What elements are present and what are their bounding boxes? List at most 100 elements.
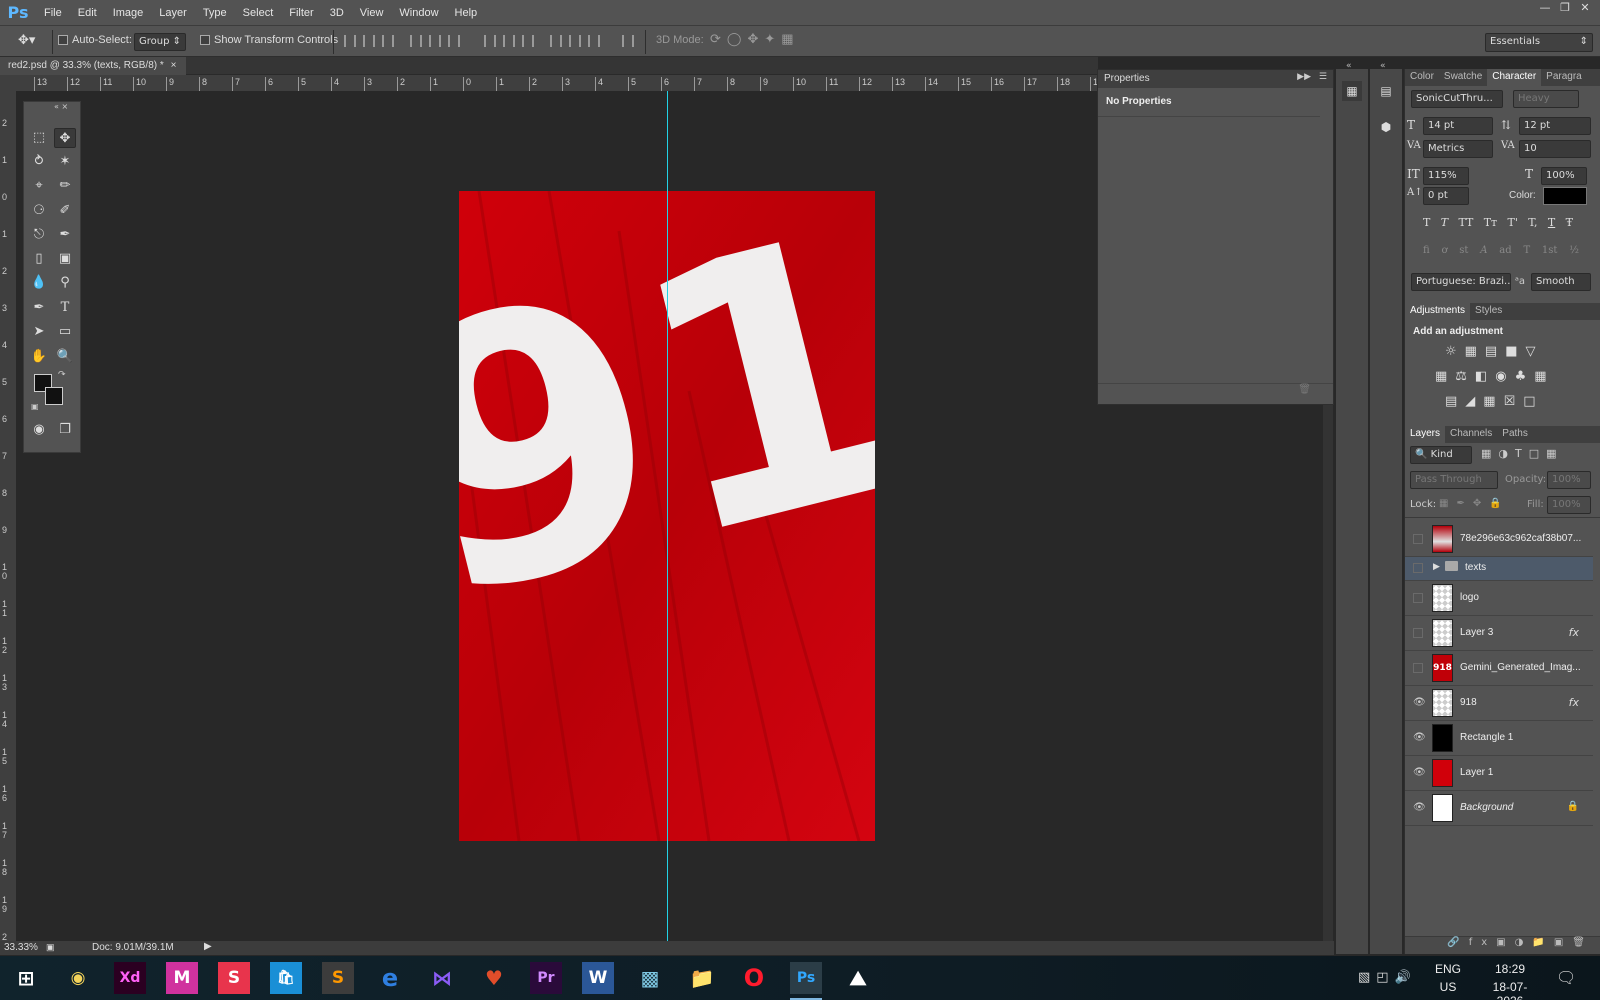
align-left-icon[interactable] [410, 35, 422, 47]
word-icon[interactable]: W [582, 962, 614, 994]
discretionary-lig-button[interactable]: st [1459, 245, 1468, 256]
opera-icon[interactable]: O [738, 962, 770, 994]
vertical-guide[interactable] [667, 91, 668, 941]
dodge-tool-icon[interactable]: ⚲ [54, 273, 76, 293]
delete-icon[interactable]: 🗑 [1298, 384, 1311, 395]
move-tool-icon[interactable]: ✥▾ [18, 32, 35, 48]
kerning-dropdown[interactable]: Metrics [1423, 140, 1493, 158]
notes-icon[interactable]: ▩ [634, 962, 666, 994]
horizontal-scale-field[interactable]: 100% [1541, 167, 1587, 185]
underline-button[interactable]: T [1548, 216, 1555, 229]
visibility-toggle[interactable] [1413, 534, 1423, 544]
magic-wand-icon[interactable]: ✶ [54, 152, 76, 172]
visual-studio-icon[interactable]: ⋈ [426, 962, 458, 994]
visibility-toggle[interactable] [1413, 563, 1423, 573]
antialias-dropdown[interactable]: Smooth [1531, 273, 1591, 291]
vertical-ruler[interactable]: 2101234567891011121314151617181920 [0, 91, 16, 941]
layer-row-78e296[interactable]: 78e296e63c962caf38b07... [1405, 522, 1593, 557]
gradient-tool-icon[interactable]: ▣ [54, 249, 76, 269]
leading-field[interactable]: 12 pt [1519, 117, 1591, 135]
menu-select[interactable]: Select [235, 7, 282, 19]
menu-3d[interactable]: 3D [322, 7, 352, 19]
baseline-shift-field[interactable]: 0 pt [1423, 187, 1469, 205]
sublime-icon[interactable]: S [322, 962, 354, 994]
font-size-field[interactable]: 14 pt [1423, 117, 1493, 135]
align-top-icon[interactable] [344, 35, 356, 47]
menu-view[interactable]: View [352, 7, 392, 19]
distribute-bottom-icon[interactable] [522, 35, 534, 47]
fx-icon[interactable]: fx [1569, 696, 1579, 709]
layers-footer-buttons[interactable]: 🔗fx▣◑📁▣🗑 [1405, 936, 1600, 954]
tracking-dropdown[interactable]: 10 [1519, 140, 1591, 158]
stylistic-alt-button[interactable]: ad [1499, 245, 1511, 256]
tab-layers[interactable]: Layers [1405, 426, 1446, 443]
layer-row-rectangle1[interactable]: 👁 Rectangle 1 [1405, 721, 1593, 756]
xd-app-icon[interactable]: Xd [114, 962, 146, 994]
lasso-tool-icon[interactable]: ⥁ [28, 152, 50, 172]
background-color-swatch[interactable] [45, 387, 63, 405]
expand-group-icon[interactable]: ▶ [1433, 562, 1440, 572]
visibility-toggle[interactable] [1413, 628, 1423, 638]
subscript-button[interactable]: T, [1528, 216, 1537, 229]
photos-icon[interactable]: ⛰ [842, 962, 874, 994]
close-tab-icon[interactable]: × [171, 60, 177, 71]
brush-tool-icon[interactable]: ✐ [54, 201, 76, 221]
explorer-icon[interactable]: 📁 [686, 962, 718, 994]
blend-mode-dropdown[interactable]: Pass Through [1410, 471, 1498, 489]
type-tool-icon[interactable]: T [54, 298, 76, 318]
eyedropper-icon[interactable]: ✏ [54, 176, 76, 196]
menu-file[interactable]: File [36, 7, 70, 19]
tab-paths[interactable]: Paths [1497, 426, 1533, 443]
status-arrow-icon[interactable]: ▶ [204, 941, 212, 952]
eye-icon[interactable]: 👁 [1413, 768, 1426, 778]
tab-channels[interactable]: Channels [1445, 426, 1497, 443]
all-caps-button[interactable]: TT [1458, 216, 1473, 229]
distribute-hcenter-icon[interactable] [569, 35, 581, 47]
actions-panel-icon[interactable]: ▤ [1376, 81, 1396, 101]
restore-icon[interactable]: ❐ [1556, 0, 1574, 16]
distribute-top-icon[interactable] [484, 35, 496, 47]
distribute-left-icon[interactable] [550, 35, 562, 47]
superscript-button[interactable]: T' [1508, 216, 1518, 229]
tab-styles[interactable]: Styles [1470, 303, 1507, 320]
move-tool-icon[interactable]: ✥ [54, 128, 76, 148]
menu-type[interactable]: Type [195, 7, 235, 19]
auto-align-icon[interactable] [622, 35, 634, 47]
tab-color[interactable]: Color [1405, 69, 1439, 86]
adjustment-row-2[interactable]: ▦⚖◧◉♣▦ [1435, 369, 1555, 384]
font-style-dropdown[interactable]: Heavy [1513, 90, 1579, 108]
vertical-scale-field[interactable]: 115% [1423, 167, 1469, 185]
layer-row-texts[interactable]: ▶ texts [1405, 557, 1593, 581]
workspace-dropdown[interactable]: Essentials ⇕ [1485, 33, 1593, 52]
status-info-icon[interactable]: ▣ [46, 942, 55, 953]
tab-adjustments[interactable]: Adjustments [1405, 303, 1471, 320]
collapse-dock2-icon[interactable]: « [1380, 61, 1386, 71]
align-hcenter-icon[interactable] [429, 35, 441, 47]
pen-tool-icon[interactable]: ✒ [28, 298, 50, 318]
opacity-field[interactable]: 100% [1547, 471, 1591, 489]
windows-start-icon[interactable]: ⊞ [10, 962, 42, 994]
disc-app-icon[interactable]: ◉ [62, 962, 94, 994]
language-indicator[interactable]: ENG US [1435, 962, 1461, 994]
horizontal-ruler[interactable]: 13 12 11 10 9 8 7 6 5 4 3 2 1 0 1 2 3 4 5 6 7 8 9 10 11 12 13 14 15 1… [16, 75, 1098, 91]
align-right-icon[interactable] [448, 35, 460, 47]
layer-row-layer1[interactable]: 👁 Layer 1 [1405, 756, 1593, 791]
crop-tool-icon[interactable]: ⌖ [28, 176, 50, 196]
fx-icon[interactable]: fx [1569, 626, 1579, 639]
eraser-tool-icon[interactable]: ▯ [28, 249, 50, 269]
store-icon[interactable]: 🛍 [270, 962, 302, 994]
notification-icon[interactable]: 🗨 [1556, 968, 1576, 987]
zoom-tool-icon[interactable]: 🔍 [54, 347, 76, 367]
marquee-tool-icon[interactable]: ⬚ [28, 128, 50, 148]
lock-icons[interactable]: ▦✒✥🔒 [1439, 498, 1510, 509]
layer-filter-icons[interactable]: ▦◑T□▦ [1481, 447, 1564, 460]
faux-italic-button[interactable]: T [1441, 216, 1448, 229]
photoshop-taskbar-icon[interactable]: Ps [790, 962, 822, 1000]
3d-mode-icons[interactable]: ⟳◯✥✦▦ [710, 31, 800, 47]
collapse-toolbox-icon[interactable]: « × [54, 102, 68, 111]
rectangle-tool-icon[interactable]: ▭ [54, 322, 76, 342]
layer-row-background[interactable]: 👁 Background 🔒 [1405, 791, 1593, 826]
layer-row-gemini[interactable]: 918 Gemini_Generated_Imag... [1405, 651, 1593, 686]
collapse-dock-icon[interactable]: « [1346, 61, 1352, 71]
edge-icon[interactable]: e [374, 962, 406, 994]
